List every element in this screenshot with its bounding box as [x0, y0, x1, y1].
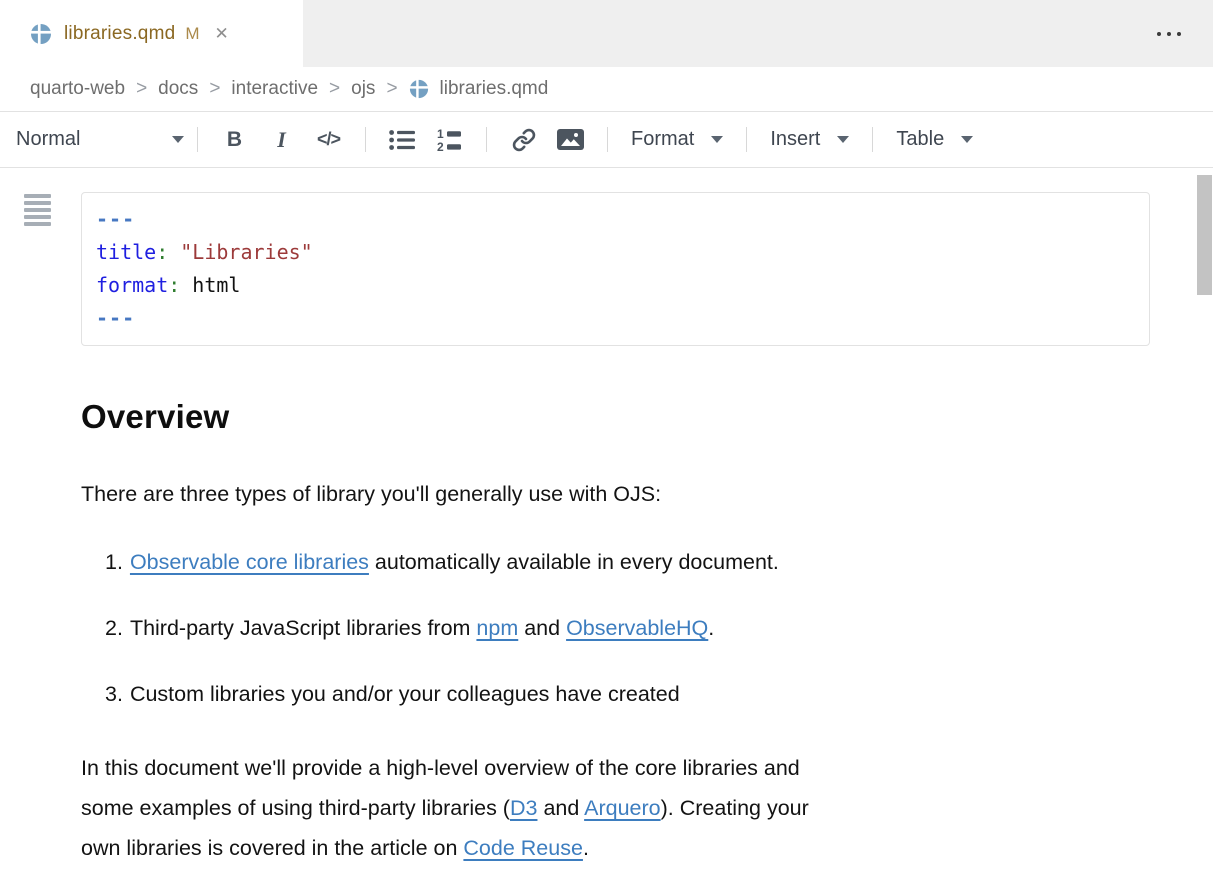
- paragraph-style-value: Normal: [16, 128, 80, 151]
- yaml-front-matter-block[interactable]: --- title:"Libraries" format:html ---: [81, 192, 1150, 346]
- link-code-reuse[interactable]: Code Reuse: [463, 836, 583, 860]
- italic-button[interactable]: I: [258, 120, 305, 160]
- breadcrumb-item-file[interactable]: libraries.qmd: [440, 78, 549, 100]
- list-item: 1. Observable core libraries automatical…: [0, 550, 1213, 574]
- tab-bar: libraries.qmd M ✕: [0, 0, 1213, 67]
- breadcrumb-separator: >: [386, 78, 397, 100]
- list-item-text: Third-party JavaScript libraries from np…: [130, 616, 714, 640]
- ordered-list-icon: 1 2: [437, 128, 463, 152]
- list-item-text: Observable core libraries automatically …: [130, 550, 779, 574]
- bullet-list-button[interactable]: [379, 120, 426, 160]
- image-icon: [557, 129, 584, 150]
- formatting-toolbar: Normal B I </> 1 2: [0, 111, 1213, 168]
- block-drag-handle-icon[interactable]: [24, 194, 51, 226]
- link-arquero[interactable]: Arquero: [584, 796, 661, 820]
- breadcrumb-separator: >: [209, 78, 220, 100]
- paragraph-style-select[interactable]: Normal: [16, 128, 184, 151]
- format-menu[interactable]: Format: [621, 128, 733, 151]
- paragraph-line: some examples of using third-party libra…: [81, 788, 1213, 828]
- link-observable-core-libraries[interactable]: Observable core libraries: [130, 550, 369, 574]
- scrollbar-thumb[interactable]: [1197, 175, 1212, 295]
- breadcrumb: quarto-web > docs > interactive > ojs > …: [0, 67, 1213, 111]
- list-number: 1.: [105, 550, 123, 574]
- quarto-file-icon: [409, 79, 429, 99]
- list-item: 2. Third-party JavaScript libraries from…: [0, 616, 1213, 640]
- yaml-fence: ---: [96, 203, 1135, 236]
- yaml-title-line: title:"Libraries": [96, 236, 1135, 269]
- yaml-fence: ---: [96, 302, 1135, 335]
- toolbar-divider: [746, 127, 747, 152]
- link-icon: [512, 128, 536, 152]
- tab-libraries-qmd[interactable]: libraries.qmd M ✕: [0, 0, 303, 67]
- bold-button[interactable]: B: [211, 120, 258, 160]
- link-button[interactable]: [500, 120, 547, 160]
- toolbar-divider: [607, 127, 608, 152]
- closing-paragraph: In this document we'll provide a high-le…: [81, 748, 1213, 868]
- table-menu-label: Table: [896, 128, 944, 151]
- more-actions-icon[interactable]: [1155, 26, 1183, 42]
- image-button[interactable]: [547, 120, 594, 160]
- chevron-down-icon: [961, 136, 973, 143]
- chevron-down-icon: [711, 136, 723, 143]
- list-item-text: Custom libraries you and/or your colleag…: [130, 682, 680, 706]
- insert-menu-label: Insert: [770, 128, 820, 151]
- ordered-list-button[interactable]: 1 2: [426, 120, 473, 160]
- editor-window: libraries.qmd M ✕ quarto-web > docs > in…: [0, 0, 1213, 889]
- modified-badge: M: [185, 24, 199, 44]
- tab-title: libraries.qmd: [64, 23, 175, 45]
- toolbar-divider: [365, 127, 366, 152]
- list-number: 2.: [105, 616, 123, 640]
- breadcrumb-separator: >: [136, 78, 147, 100]
- chevron-down-icon: [837, 136, 849, 143]
- insert-menu[interactable]: Insert: [760, 128, 859, 151]
- table-menu[interactable]: Table: [886, 128, 983, 151]
- svg-text:2: 2: [437, 140, 444, 152]
- list-number: 3.: [105, 682, 123, 706]
- breadcrumb-item-interactive[interactable]: interactive: [231, 78, 318, 100]
- intro-paragraph: There are three types of library you'll …: [81, 482, 1213, 506]
- tab-actions: [1155, 0, 1213, 67]
- paragraph-line: In this document we'll provide a high-le…: [81, 748, 1213, 788]
- close-tab-icon[interactable]: ✕: [215, 25, 229, 42]
- toolbar-divider: [197, 127, 198, 152]
- breadcrumb-item-quarto-web[interactable]: quarto-web: [30, 78, 125, 100]
- library-types-list: 1. Observable core libraries automatical…: [0, 550, 1213, 706]
- toolbar-divider: [486, 127, 487, 152]
- link-d3[interactable]: D3: [510, 796, 537, 820]
- breadcrumb-item-docs[interactable]: docs: [158, 78, 198, 100]
- chevron-down-icon: [172, 136, 184, 143]
- link-observablehq[interactable]: ObservableHQ: [566, 616, 708, 640]
- quarto-file-icon: [30, 23, 52, 45]
- list-item: 3. Custom libraries you and/or your coll…: [0, 682, 1213, 706]
- bullet-list-icon: [389, 128, 416, 152]
- breadcrumb-separator: >: [329, 78, 340, 100]
- toolbar-divider: [872, 127, 873, 152]
- yaml-format-line: format:html: [96, 269, 1135, 302]
- paragraph-line: own libraries is covered in the article …: [81, 828, 1213, 868]
- code-button[interactable]: </>: [305, 120, 352, 160]
- format-menu-label: Format: [631, 128, 694, 151]
- heading-overview: Overview: [81, 398, 1213, 436]
- breadcrumb-item-ojs[interactable]: ojs: [351, 78, 375, 100]
- document-editor: --- title:"Libraries" format:html --- Ov…: [0, 168, 1213, 889]
- link-npm[interactable]: npm: [476, 616, 518, 640]
